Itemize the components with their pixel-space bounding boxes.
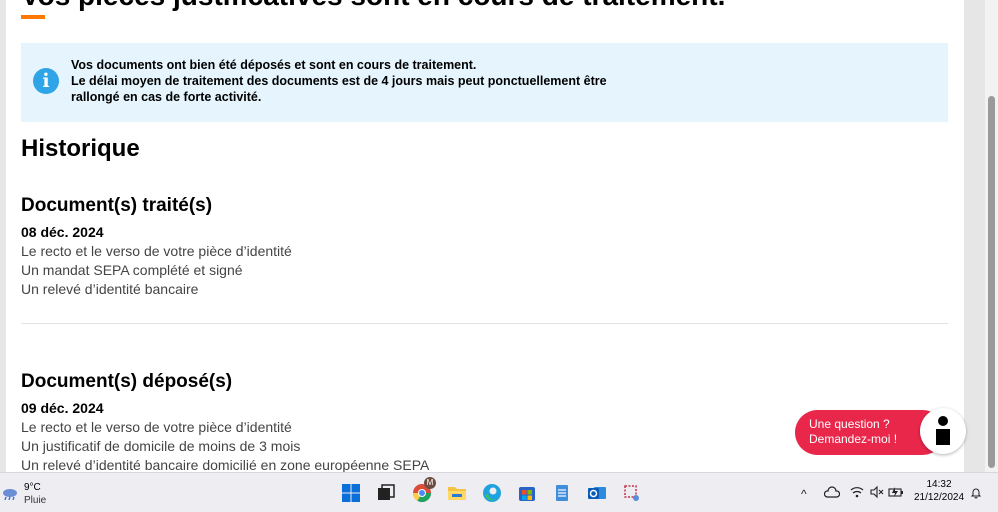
windows-start-icon[interactable]: [341, 483, 361, 503]
deposited-heading: Document(s) déposé(s): [21, 371, 233, 392]
info-text: Vos documents ont bien été déposés et so…: [71, 57, 671, 105]
speaker-muted-icon[interactable]: [870, 486, 884, 498]
wifi-icon[interactable]: [850, 486, 864, 498]
snipping-tool-icon[interactable]: [622, 483, 642, 503]
rain-cloud-icon: [3, 489, 17, 500]
page-content: Vos pièces justificatives sont en cours …: [6, 0, 964, 472]
processed-date: 08 déc. 2024: [21, 224, 104, 240]
weather-condition: Pluie: [24, 495, 47, 506]
onedrive-cloud-icon[interactable]: [824, 486, 840, 500]
weather-temperature: 9°C: [24, 482, 41, 493]
edge-icon[interactable]: [482, 483, 502, 503]
list-item: Un relevé d’identité bancaire domicilié …: [21, 457, 430, 472]
windows-taskbar: 9°C Pluie M ^ 14:32 21/12/2024: [0, 472, 998, 512]
deposited-date: 09 déc. 2024: [21, 400, 104, 416]
info-icon: i: [33, 68, 59, 94]
task-view-icon[interactable]: [376, 483, 396, 503]
info-banner: i Vos documents ont bien été déposés et …: [21, 43, 948, 122]
clock-date: 21/12/2024: [913, 492, 965, 503]
chat-assistant-widget[interactable]: Une question ? Demandez-moi !: [795, 408, 967, 455]
history-heading: Historique: [21, 135, 140, 162]
list-item: Un justificatif de domicile de moins de …: [21, 438, 301, 454]
page-scrollbar[interactable]: [985, 0, 998, 472]
file-explorer-icon[interactable]: [447, 483, 467, 503]
info-line-1: Vos documents ont bien été déposés et so…: [71, 58, 477, 72]
title-accent-bar: [21, 15, 45, 19]
section-divider: [21, 323, 948, 324]
chrome-icon[interactable]: M: [412, 477, 436, 503]
page-title: Vos pièces justificatives sont en cours …: [21, 0, 725, 12]
system-clock[interactable]: 14:32 21/12/2024: [910, 478, 968, 504]
weather-widget[interactable]: 9°C Pluie: [2, 481, 82, 509]
list-item: Un mandat SEPA complété et signé: [21, 262, 243, 278]
tray-chevron-up-icon[interactable]: ^: [801, 487, 807, 501]
list-item: Un relevé d’identité bancaire: [21, 281, 199, 297]
deposited-list: Le recto et le verso de votre pièce d’id…: [21, 418, 429, 472]
notification-bell-icon[interactable]: [970, 487, 982, 499]
chrome-profile-badge: M: [424, 477, 436, 489]
processed-list: Le recto et le verso de votre pièce d’id…: [21, 242, 292, 299]
clock-time: 14:32: [926, 479, 952, 490]
chat-avatar-icon[interactable]: [920, 408, 966, 454]
list-item: Le recto et le verso de votre pièce d’id…: [21, 243, 292, 259]
outlook-icon[interactable]: [587, 483, 607, 503]
browser-viewport: Vos pièces justificatives sont en cours …: [0, 0, 998, 472]
notepad-icon[interactable]: [552, 483, 572, 503]
battery-charging-icon[interactable]: [888, 486, 904, 498]
scrollbar-thumb[interactable]: [988, 96, 995, 468]
list-item: Le recto et le verso de votre pièce d’id…: [21, 419, 292, 435]
processed-heading: Document(s) traité(s): [21, 195, 213, 216]
microsoft-store-icon[interactable]: [517, 483, 537, 503]
info-line-2: Le délai moyen de traitement des documen…: [71, 74, 607, 88]
info-line-3: rallongé en cas de forte activité.: [71, 90, 262, 104]
